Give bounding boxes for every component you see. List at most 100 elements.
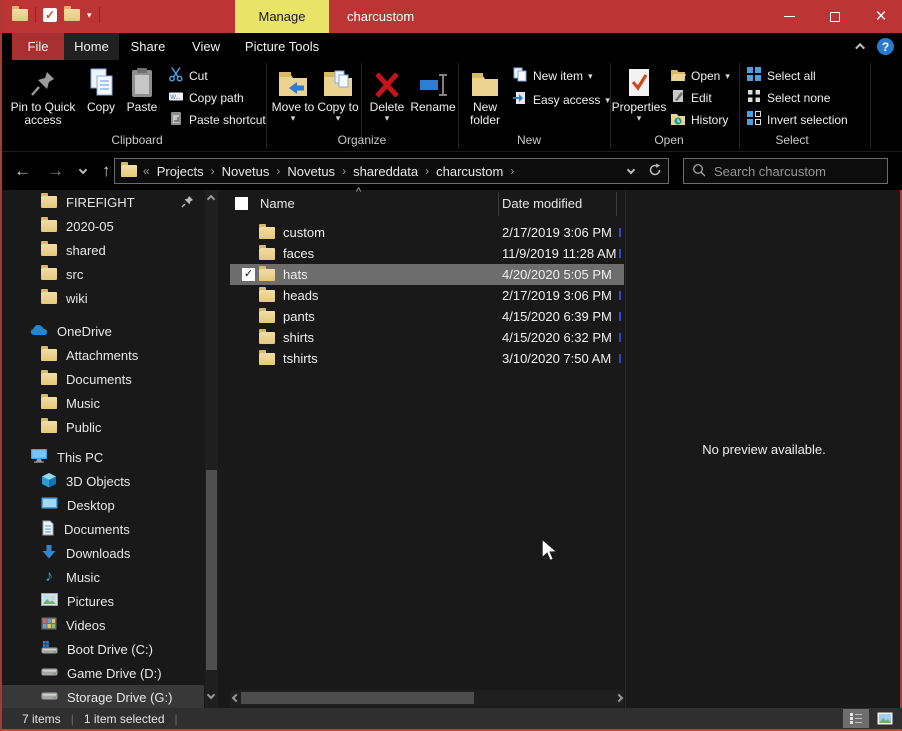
file-row-heads[interactable]: heads 2/17/2019 3:06 PM [230, 285, 624, 306]
copy-button[interactable]: Copy [82, 63, 120, 114]
forward-button[interactable]: → [47, 161, 64, 181]
tab-home[interactable]: Home [64, 33, 119, 60]
sidebar-item-wiki[interactable]: wiki [2, 286, 230, 310]
overflow-icon[interactable]: « [143, 164, 150, 178]
sidebar-item-game-drive[interactable]: Game Drive (D:) [2, 661, 230, 685]
crumb-sep-icon[interactable]: › [276, 164, 280, 178]
file-row-tshirts[interactable]: tshirts 3/10/2020 7:50 AM [230, 348, 624, 369]
breadcrumb-novetus-2[interactable]: Novetus [284, 164, 338, 179]
qat-dropdown-icon[interactable] [87, 11, 92, 19]
properties-check-icon[interactable]: ✓ [43, 8, 57, 22]
edit-button[interactable]: Edit [670, 87, 712, 108]
address-dropdown-icon[interactable] [627, 165, 635, 173]
sidebar-item-documents-onedrive[interactable]: Documents [2, 367, 230, 391]
help-icon[interactable] [877, 38, 894, 55]
sidebar-item-2020-05[interactable]: 2020-05 [2, 214, 230, 238]
copy-path-button[interactable]: W... Copy path [168, 87, 244, 108]
pin-to-quick-access-button[interactable]: Pin to Quick access [8, 63, 78, 127]
new-item-button[interactable]: New item [512, 65, 593, 86]
address-bar[interactable]: « Projects› Novetus› Novetus› shareddata… [114, 158, 669, 184]
back-button[interactable]: ← [14, 161, 31, 181]
sidebar-item-desktop[interactable]: Desktop [2, 493, 230, 517]
sidebar-item-boot-drive[interactable]: Boot Drive (C:) [2, 637, 230, 661]
crumb-sep-icon[interactable]: › [425, 164, 429, 178]
breadcrumb-projects[interactable]: Projects [154, 164, 207, 179]
group-label-clipboard: Clipboard [97, 133, 177, 147]
sidebar-item-firefight[interactable]: FIREFIGHT [2, 190, 230, 214]
sidebar-item-attachments[interactable]: Attachments [2, 343, 230, 367]
scroll-down-icon[interactable] [207, 691, 215, 699]
properties-button[interactable]: Properties [613, 63, 665, 122]
manage-contextual-tab[interactable]: Manage [235, 0, 329, 33]
document-icon [41, 520, 55, 539]
maximize-icon [830, 12, 840, 22]
file-row-faces[interactable]: faces 11/9/2019 11:28 AM [230, 243, 624, 264]
folder-icon[interactable] [64, 9, 80, 21]
crumb-sep-icon[interactable]: › [342, 164, 346, 178]
select-all-checkbox[interactable] [235, 197, 248, 210]
search-input[interactable] [714, 164, 890, 179]
cut-button[interactable]: Cut [168, 65, 208, 86]
sidebar-item-shared[interactable]: shared [2, 238, 230, 262]
tab-share[interactable]: Share [119, 33, 177, 60]
crumb-sep-icon[interactable]: › [510, 164, 514, 178]
scrollbar-thumb[interactable] [241, 692, 474, 704]
easy-access-button[interactable]: Easy access [512, 89, 610, 110]
column-header-date-modified[interactable]: Date modified [502, 196, 582, 211]
file-row-pants[interactable]: pants 4/15/2020 6:39 PM [230, 306, 624, 327]
rename-button[interactable]: Rename [408, 63, 458, 114]
column-divider[interactable] [498, 192, 499, 216]
breadcrumb-novetus[interactable]: Novetus [219, 164, 273, 179]
sidebar-item-3d-objects[interactable]: 3D Objects [2, 469, 230, 493]
scroll-right-icon[interactable] [613, 695, 624, 701]
scroll-left-icon[interactable] [230, 695, 241, 701]
refresh-icon[interactable] [648, 163, 662, 180]
select-none-button[interactable]: Select none [746, 87, 830, 108]
tab-view[interactable]: View [177, 33, 235, 60]
sidebar-item-onedrive[interactable]: OneDrive [2, 319, 230, 343]
sidebar-item-this-pc[interactable]: This PC [2, 445, 230, 469]
open-button[interactable]: Open [670, 65, 730, 86]
sidebar-item-pictures[interactable]: Pictures [2, 589, 230, 613]
sidebar-item-public[interactable]: Public [2, 415, 230, 439]
file-row-shirts[interactable]: shirts 4/15/2020 6:32 PM [230, 327, 624, 348]
new-folder-button[interactable]: New folder [462, 63, 508, 127]
minimize-button[interactable] [766, 0, 812, 33]
crumb-sep-icon[interactable]: › [211, 164, 215, 178]
breadcrumb-shareddata[interactable]: shareddata [350, 164, 421, 179]
sidebar-item-downloads[interactable]: Downloads [2, 541, 230, 565]
scrollbar-thumb[interactable] [206, 470, 217, 670]
paste-shortcut-button[interactable]: Paste shortcut [168, 109, 266, 130]
move-to-button[interactable]: Move to [271, 63, 315, 122]
tab-picture-tools[interactable]: Picture Tools [235, 33, 329, 60]
row-checkbox[interactable]: ✓ [242, 268, 255, 281]
breadcrumb-charcustom[interactable]: charcustom [433, 164, 506, 179]
paste-button[interactable]: Paste [121, 63, 163, 114]
file-row-hats[interactable]: ✓ hats 4/20/2020 5:05 PM [230, 264, 624, 285]
column-header-name[interactable]: Name [260, 196, 295, 211]
up-button[interactable]: ↑ [102, 161, 111, 181]
sidebar-item-storage-drive[interactable]: Storage Drive (G:) [2, 685, 204, 709]
scroll-up-icon[interactable] [207, 195, 215, 203]
history-button[interactable]: History [670, 109, 728, 130]
sidebar-scrollbar[interactable] [205, 190, 218, 708]
copy-to-button[interactable]: Copy to [316, 63, 360, 122]
details-view-button[interactable] [843, 709, 869, 728]
sidebar-item-videos[interactable]: Videos [2, 613, 230, 637]
file-row-custom[interactable]: custom 2/17/2019 3:06 PM [230, 222, 624, 243]
maximize-button[interactable] [812, 0, 858, 33]
sidebar-item-src[interactable]: src [2, 262, 230, 286]
column-divider[interactable] [616, 192, 617, 216]
tab-file[interactable]: File [12, 33, 64, 60]
thumbnail-view-button[interactable] [872, 709, 898, 728]
horizontal-scrollbar[interactable] [230, 690, 624, 706]
folder-icon[interactable] [12, 9, 28, 21]
sidebar-item-documents[interactable]: Documents [2, 517, 230, 541]
select-all-button[interactable]: Select all [746, 65, 816, 86]
sidebar-item-music-onedrive[interactable]: Music [2, 391, 230, 415]
invert-selection-button[interactable]: Invert selection [746, 109, 848, 130]
close-button[interactable]: × [858, 0, 902, 33]
sidebar-item-music[interactable]: ♪ Music [2, 565, 230, 589]
recent-locations-icon[interactable] [79, 165, 87, 173]
delete-button[interactable]: Delete [365, 63, 409, 122]
